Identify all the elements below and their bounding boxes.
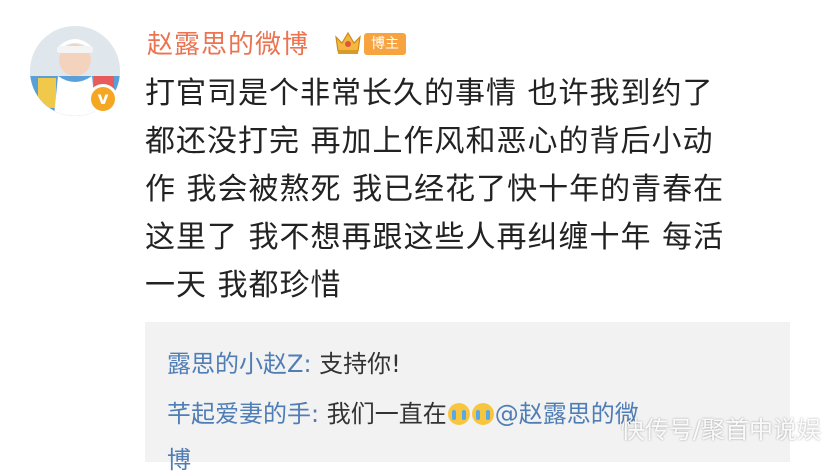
verified-badge-icon: v — [88, 84, 118, 114]
comment-author[interactable]: 芊起爱妻的手: — [167, 400, 319, 428]
comment-author[interactable]: 露思的小赵Z: — [167, 350, 312, 378]
crying-emoji-icon — [471, 403, 494, 425]
post-line: 打官司是个非常长久的事情 也许我到约了 — [145, 76, 714, 111]
blogger-badge: 博主 — [364, 33, 406, 55]
user-name[interactable]: 赵露思的微博 — [147, 24, 309, 61]
post-line: 一天 我都珍惜 — [145, 268, 342, 303]
comment-text: 我们一直在 — [326, 400, 447, 428]
post-content: 打官司是个非常长久的事情 也许我到约了 都还没打完 再加上作风和恶心的背后小动 … — [145, 70, 805, 310]
post-line: 作 我会被熬死 我已经花了快十年的青春在 — [145, 172, 725, 207]
post-line: 这里了 我不想再跟这些人再纠缠十年 每活 — [145, 220, 725, 255]
comment-item[interactable]: 芊起爱妻的手: 我们一直在 @赵露思的微 — [167, 394, 639, 429]
post-line: 都还没打完 再加上作风和恶心的背后小动 — [145, 124, 714, 159]
mention-link[interactable]: @赵露思的微 — [495, 400, 639, 428]
comment-overflow-text: 博 — [167, 446, 191, 474]
crown-icon — [335, 31, 361, 54]
crying-emoji-icon — [447, 403, 470, 425]
comment-item[interactable]: 露思的小赵Z: 支持你! — [167, 344, 401, 379]
comment-text: 支持你! — [319, 350, 401, 378]
watermark: 快传号/聚首中说娱 — [620, 416, 821, 444]
